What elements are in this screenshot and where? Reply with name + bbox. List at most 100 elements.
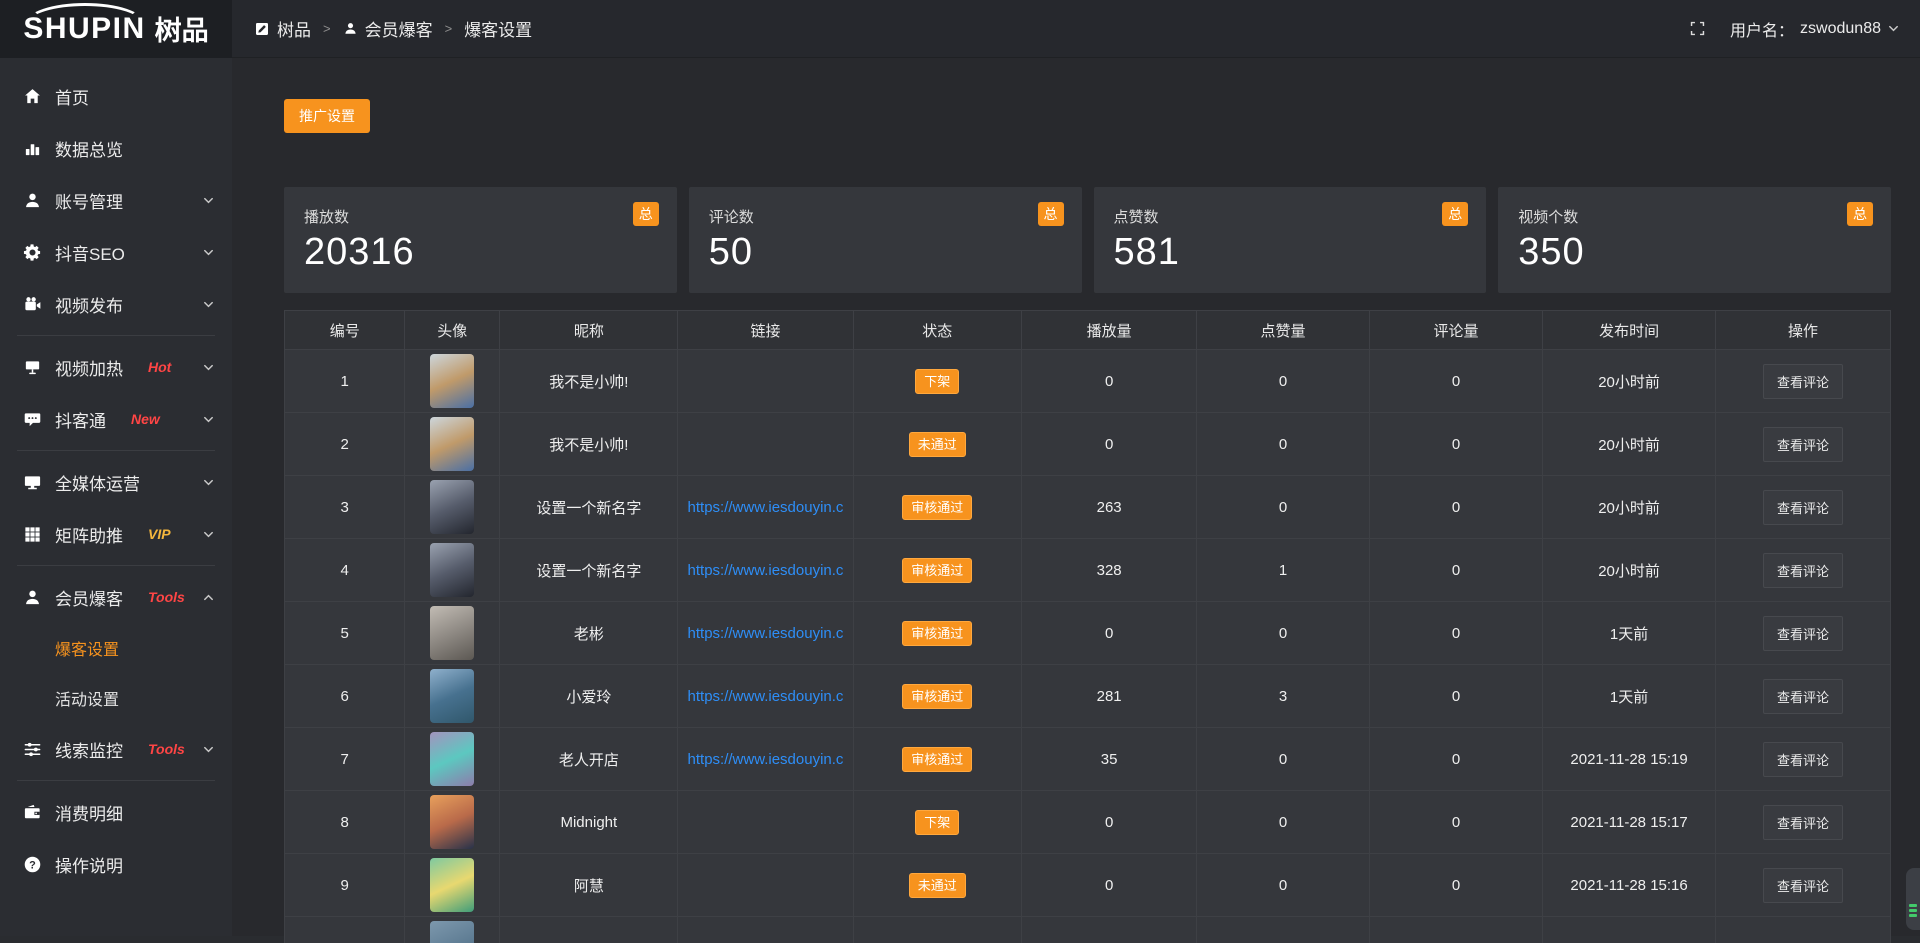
cell-likes: 0 <box>1197 350 1370 413</box>
video-link[interactable]: https://www.iesdouyin.c <box>682 688 848 705</box>
sidebar-item-label: 抖客通 <box>55 407 106 432</box>
sidebar-item-6[interactable]: 抖客通New <box>0 393 232 445</box>
view-comments-button[interactable]: 查看评论 <box>1763 364 1843 399</box>
column-header-1: 头像 <box>405 311 500 350</box>
cell-link <box>678 854 853 917</box>
cell-avatar <box>405 539 500 602</box>
table-row: 9阿慧未通过0002021-11-28 15:16查看评论 <box>285 854 1891 917</box>
video-link[interactable]: https://www.iesdouyin.c <box>682 625 848 642</box>
cell-status <box>853 917 1022 943</box>
cell-status: 未通过 <box>853 854 1022 917</box>
user-icon <box>23 191 42 210</box>
cell-nickname: 设置一个新名字 <box>500 476 678 539</box>
cell-likes: 0 <box>1197 476 1370 539</box>
cell-avatar <box>405 854 500 917</box>
user-menu[interactable]: 用户名：zswodun88 <box>1730 17 1900 41</box>
logo-text-cn: 树品 <box>155 9 209 48</box>
sidebar-item-5[interactable]: 视频加热Hot <box>0 341 232 393</box>
sidebar-subitem-9-1[interactable]: 活动设置 <box>0 673 232 723</box>
view-comments-button[interactable]: 查看评论 <box>1763 805 1843 840</box>
cell-comments: 0 <box>1369 539 1542 602</box>
cell-nickname: 我不是小帅! <box>500 350 678 413</box>
sidebar-item-9[interactable]: 会员爆客Tools <box>0 571 232 623</box>
sidebar-item-1[interactable]: 数据总览 <box>0 122 232 174</box>
avatar <box>430 543 474 597</box>
sidebar-item-10[interactable]: 线索监控Tools <box>0 723 232 775</box>
stat-card-label: 视频个数 <box>1518 206 1871 227</box>
column-header-7: 评论量 <box>1369 311 1542 350</box>
cell-plays: 0 <box>1022 350 1197 413</box>
chevron-down-icon <box>199 473 218 492</box>
sidebar-item-12[interactable]: ?操作说明 <box>0 838 232 890</box>
video-link[interactable]: https://www.iesdouyin.c <box>682 499 848 516</box>
cell-time: 20小时前 <box>1543 350 1716 413</box>
avatar <box>430 606 474 660</box>
table-row: 2我不是小帅!未通过00020小时前查看评论 <box>285 413 1891 476</box>
view-comments-button[interactable]: 查看评论 <box>1763 427 1843 462</box>
cell-nickname: 阿慧 <box>500 854 678 917</box>
sidebar-subitem-9-0[interactable]: 爆客设置 <box>0 623 232 673</box>
cell-id: 8 <box>285 791 405 854</box>
cell-action: 查看评论 <box>1715 350 1890 413</box>
sidebar-item-8[interactable]: 矩阵助推VIP <box>0 508 232 560</box>
view-comments-button[interactable]: 查看评论 <box>1763 868 1843 903</box>
main-content: 推广设置 播放数20316总评论数50总点赞数581总视频个数350总 编号头像… <box>232 58 1920 936</box>
cell-nickname: 我不是小帅! <box>500 413 678 476</box>
table-row: 7老人开店https://www.iesdouyin.c审核通过35002021… <box>285 728 1891 791</box>
sidebar-item-label: 抖音SEO <box>55 240 125 265</box>
video-link[interactable]: https://www.iesdouyin.c <box>682 751 848 768</box>
chevron-down-icon <box>199 410 218 429</box>
cell-comments: 0 <box>1369 791 1542 854</box>
breadcrumb-item-1[interactable]: 会员爆客 <box>343 16 433 41</box>
column-header-0: 编号 <box>285 311 405 350</box>
sidebar-item-2[interactable]: 账号管理 <box>0 174 232 226</box>
video-link[interactable]: https://www.iesdouyin.c <box>682 562 848 579</box>
cell-status: 未通过 <box>853 413 1022 476</box>
cell-likes: 1 <box>1197 539 1370 602</box>
cell-avatar <box>405 350 500 413</box>
cell-id: 5 <box>285 602 405 665</box>
username-label: 用户名： <box>1730 17 1794 41</box>
cell-plays: 0 <box>1022 791 1197 854</box>
cell-id: 4 <box>285 539 405 602</box>
column-header-6: 点赞量 <box>1197 311 1370 350</box>
view-comments-button[interactable]: 查看评论 <box>1763 616 1843 651</box>
cell-plays: 0 <box>1022 854 1197 917</box>
member-icon <box>23 588 42 607</box>
chevron-down-icon <box>199 295 218 314</box>
cell-comments: 0 <box>1369 665 1542 728</box>
sidebar-item-4[interactable]: 视频发布 <box>0 278 232 330</box>
breadcrumb-label: 会员爆客 <box>365 16 433 41</box>
table-row: 3设置一个新名字https://www.iesdouyin.c审核通过26300… <box>285 476 1891 539</box>
avatar <box>430 732 474 786</box>
fullscreen-icon[interactable] <box>1689 20 1706 37</box>
cell-id: 9 <box>285 854 405 917</box>
sidebar-item-11[interactable]: 消费明细 <box>0 786 232 838</box>
cell-comments: 0 <box>1369 413 1542 476</box>
chat-icon <box>23 410 42 429</box>
breadcrumb-item-0[interactable]: 树品 <box>254 16 311 41</box>
view-comments-button[interactable]: 查看评论 <box>1763 553 1843 588</box>
column-header-4: 状态 <box>853 311 1022 350</box>
floating-widget[interactable] <box>1906 868 1920 930</box>
cell-plays: 328 <box>1022 539 1197 602</box>
cell-link: https://www.iesdouyin.c <box>678 665 853 728</box>
sidebar-item-label: 首页 <box>55 84 89 109</box>
sliders-icon <box>23 740 42 759</box>
cell-comments: 0 <box>1369 728 1542 791</box>
view-comments-button[interactable]: 查看评论 <box>1763 742 1843 777</box>
sidebar-item-3[interactable]: 抖音SEO <box>0 226 232 278</box>
cell-plays: 0 <box>1022 602 1197 665</box>
cell-comments: 0 <box>1369 602 1542 665</box>
sidebar-item-0[interactable]: 首页 <box>0 70 232 122</box>
cell-status: 审核通过 <box>853 476 1022 539</box>
view-comments-button[interactable]: 查看评论 <box>1763 490 1843 525</box>
cell-time: 2021-11-28 15:16 <box>1543 854 1716 917</box>
promo-settings-button[interactable]: 推广设置 <box>284 99 370 133</box>
breadcrumb-item-2[interactable]: 爆客设置 <box>464 16 532 41</box>
sidebar-item-7[interactable]: 全媒体运营 <box>0 456 232 508</box>
cell-comments: 0 <box>1369 476 1542 539</box>
cell-action: 查看评论 <box>1715 854 1890 917</box>
cell-avatar <box>405 602 500 665</box>
view-comments-button[interactable]: 查看评论 <box>1763 679 1843 714</box>
